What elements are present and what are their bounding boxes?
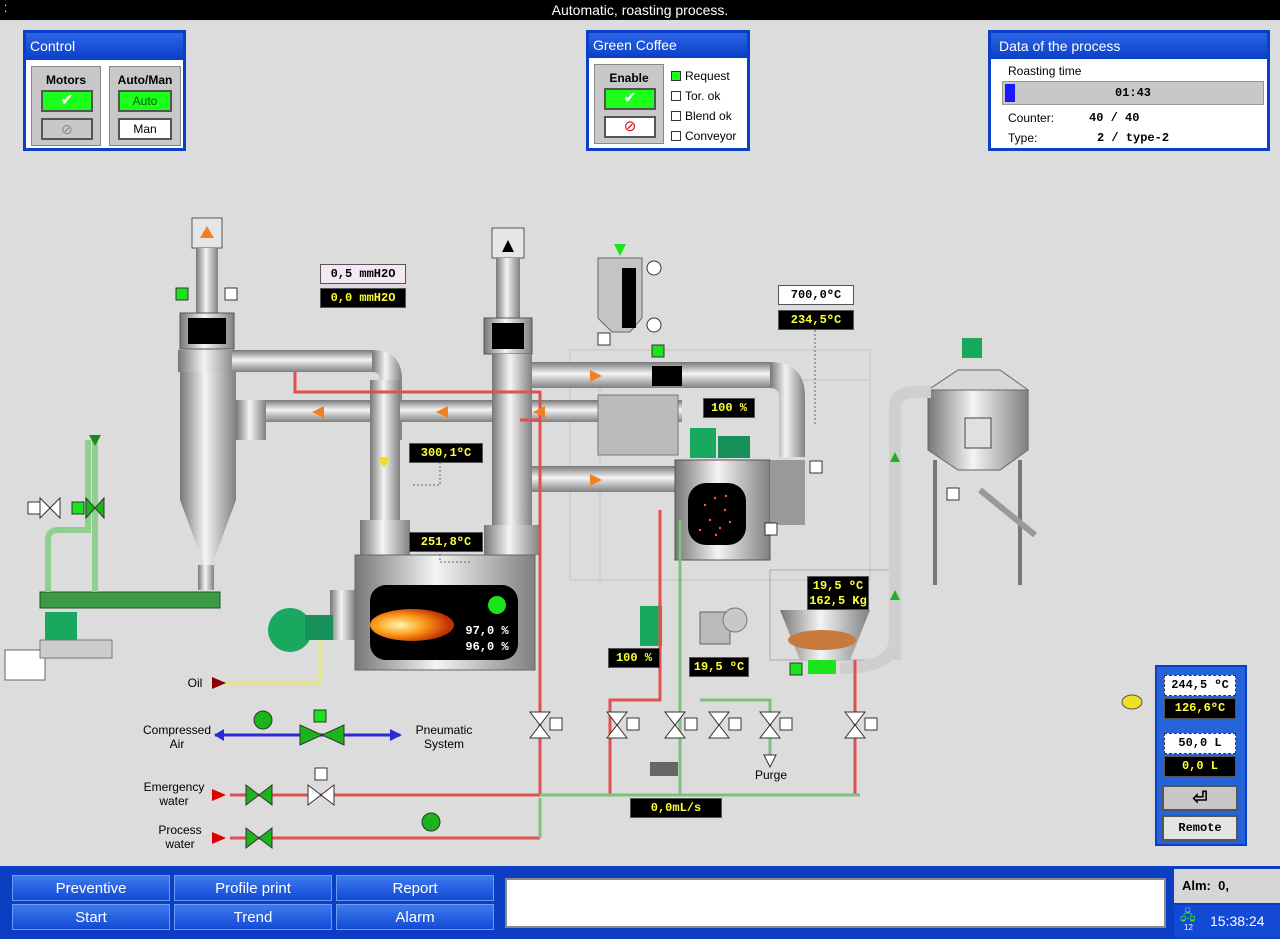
counter-label: Counter: — [1008, 111, 1055, 125]
title-bar-dots-icon: ⁚ — [4, 4, 8, 15]
control-panel-title: Control — [26, 33, 183, 60]
process-data-title: Data of the process — [991, 33, 1267, 59]
clock: 🖧 12 15:38:24 — [1174, 905, 1280, 937]
cooler-air-temp: 19,5 ºC — [689, 657, 749, 677]
counter-total: 40 — [1125, 111, 1140, 125]
man-button[interactable]: Man — [118, 118, 172, 140]
purge-label: Purge — [754, 768, 788, 782]
fan-speed-readout: 100 % — [703, 398, 755, 418]
check-icon: ✔ — [60, 92, 74, 109]
network-count: 12 — [1184, 923, 1193, 932]
pressure-setpoint: 0,5 mmH2O — [320, 264, 406, 284]
window-title-bar: ⁚ Automatic, roasting process. — [0, 0, 1280, 20]
silo — [839, 338, 1037, 674]
motors-off-button[interactable]: ⊘ — [41, 118, 93, 140]
enter-icon: ⏎ — [1192, 788, 1208, 808]
enable-off-button[interactable]: ⊘ — [604, 116, 656, 138]
type-value: 2 / type-2 — [1097, 131, 1169, 145]
temp-251-readout: 251,8ºC — [409, 532, 483, 552]
emergency-water-label: Emergency water — [143, 780, 205, 808]
type-sep: / — [1111, 131, 1119, 145]
process-diagram — [4, 217, 1143, 850]
cooler-temp: 19,5 ºC — [812, 579, 864, 593]
check-request-label: Request — [685, 69, 730, 83]
control-panel: Control Motors ✔ ⊘ Auto/Man Auto Man — [23, 30, 186, 151]
alarm-count: 0, — [1218, 878, 1229, 893]
trend-button[interactable]: Trend — [174, 904, 332, 930]
dosing-volume-setpoint: 50,0 L — [1164, 733, 1236, 754]
burner-output-1: 97,0 % — [465, 624, 509, 638]
motors-on-button[interactable]: ✔ — [41, 90, 93, 112]
check-tor-ok-label: Tor. ok — [685, 89, 721, 103]
dosing-volume-actual: 0,0 L — [1164, 756, 1236, 777]
temp-300-readout: 300,1ºC — [409, 443, 483, 463]
stop-icon: ⊘ — [623, 118, 637, 135]
pressure-actual: 0,0 mmH2O — [320, 288, 406, 308]
network-icon: 🖧 — [1180, 907, 1196, 923]
report-button[interactable]: Report — [336, 875, 494, 901]
automan-label: Auto/Man — [117, 73, 173, 87]
oil-label: Oil — [187, 676, 203, 690]
checkbox-tor-ok — [671, 91, 681, 101]
water-flow-readout: 0,0mL/s — [630, 798, 722, 818]
clock-time: 15:38:24 — [1210, 913, 1265, 929]
counter-sep: / — [1110, 111, 1118, 125]
start-button[interactable]: Start — [12, 904, 170, 930]
disabled-icon: ⊘ — [61, 121, 73, 137]
temp-actual: 234,5ºC — [778, 310, 854, 330]
motors-label: Motors — [46, 73, 86, 87]
check-blend-ok-label: Blend ok — [685, 109, 732, 123]
motors-box: Motors ✔ ⊘ — [31, 66, 101, 146]
remote-button[interactable]: Remote — [1162, 815, 1238, 841]
check-icon: ✔ — [623, 90, 637, 107]
automan-box: Auto/Man Auto Man — [109, 66, 181, 146]
window-title: Automatic, roasting process. — [551, 2, 729, 18]
process-data-panel: Data of the process Roasting time 01:43 … — [988, 30, 1270, 151]
burner-output-2: 96,0 % — [465, 640, 509, 654]
left-cyclone — [178, 217, 236, 590]
check-conveyor-label: Conveyor — [685, 129, 737, 143]
check-tor-ok: Tor. ok — [671, 89, 720, 103]
checkbox-conveyor — [671, 131, 681, 141]
counter-value: 40 / 40 — [1089, 111, 1139, 125]
enable-label: Enable — [609, 71, 649, 85]
roasting-time-bar: 01:43 — [1002, 81, 1264, 105]
check-blend-ok: Blend ok — [671, 109, 732, 123]
dosing-temp-setpoint: 244,5 ºC — [1164, 675, 1236, 696]
enter-button[interactable]: ⏎ — [1162, 785, 1238, 811]
checkbox-request — [671, 71, 681, 81]
cooler-readout: 19,5 ºC 162,5 Kg — [807, 576, 869, 610]
message-box[interactable] — [505, 878, 1166, 928]
check-request: Request — [671, 69, 730, 83]
temp-setpoint: 700,0ºC — [778, 285, 854, 305]
green-coffee-hopper — [597, 244, 643, 333]
roasting-time-value: 01:43 — [1114, 86, 1151, 100]
compressed-air-label: Compressed Air — [142, 723, 212, 751]
preventive-button[interactable]: Preventive — [12, 875, 170, 901]
process-water-label: Process water — [158, 823, 202, 851]
type-name: type-2 — [1125, 131, 1170, 145]
counter-current: 40 — [1089, 111, 1104, 125]
green-coffee-panel: Green Coffee Enable ✔ ⊘ Request Tor. ok … — [586, 30, 750, 151]
check-conveyor: Conveyor — [671, 129, 736, 143]
green-coffee-title: Green Coffee — [589, 33, 747, 58]
roasting-progress-fill — [1005, 84, 1015, 102]
cooler-fan-readout: 100 % — [608, 648, 660, 668]
profile-print-button[interactable]: Profile print — [174, 875, 332, 901]
auto-button[interactable]: Auto — [118, 90, 172, 112]
enable-box: Enable ✔ ⊘ — [594, 64, 664, 144]
enable-on-button[interactable]: ✔ — [604, 88, 656, 110]
type-label: Type: — [1008, 131, 1038, 145]
checkbox-blend-ok — [671, 111, 681, 121]
alarm-counter: Alm: 0, — [1174, 869, 1280, 903]
alarm-button[interactable]: Alarm — [336, 904, 494, 930]
alarm-label: Alm: — [1182, 878, 1211, 893]
type-number: 2 — [1097, 131, 1105, 145]
dosing-panel: 244,5 ºC 126,6ºC 50,0 L 0,0 L ⏎ Remote — [1155, 665, 1247, 846]
dosing-temp-actual: 126,6ºC — [1164, 698, 1236, 719]
pneumatic-system-label: Pneumatic System — [415, 723, 473, 751]
cooler-weight: 162,5 Kg — [809, 594, 867, 608]
roasting-time-label: Roasting time — [1008, 64, 1082, 78]
